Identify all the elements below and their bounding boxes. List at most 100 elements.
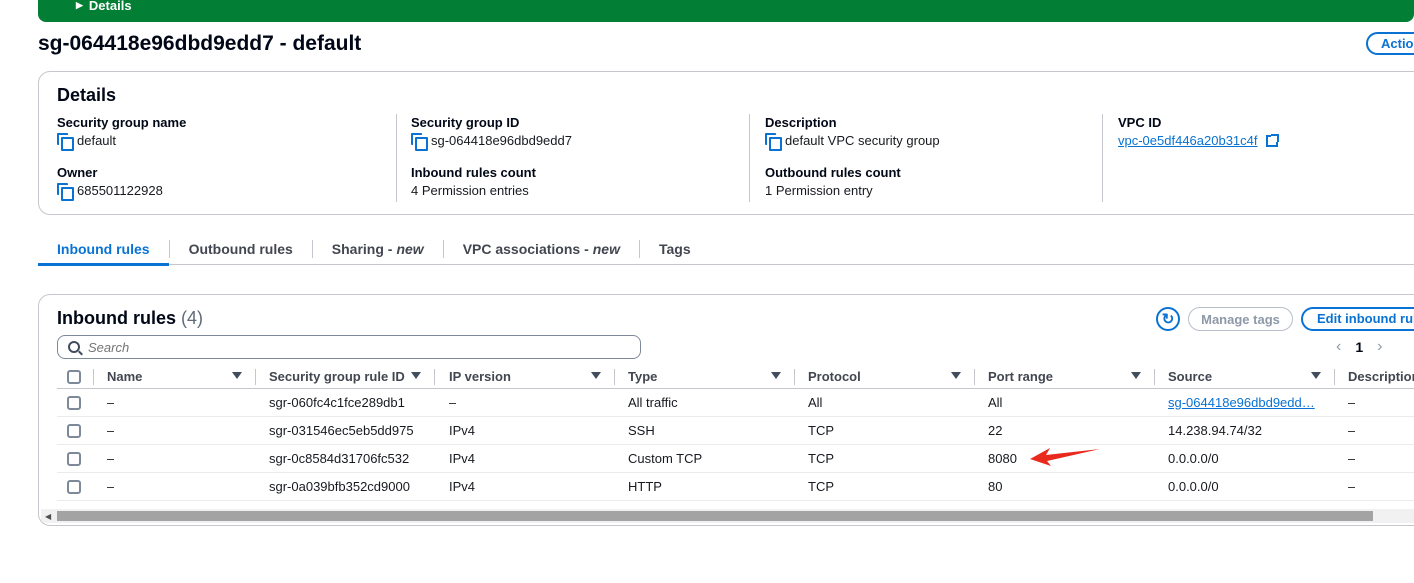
manage-tags-button[interactable]: Manage tags [1188, 307, 1293, 331]
cell-type: Custom TCP [628, 451, 703, 466]
tab-outbound-rules[interactable]: Outbound rules [170, 233, 312, 265]
details-heading: Details [57, 85, 117, 105]
field-label: Owner [57, 165, 98, 180]
field-sg-name: Security group name default [57, 115, 186, 151]
cell-name: – [107, 451, 115, 466]
table-row[interactable]: – sgr-0a039bfb352cd9000 IPv4 HTTP TCP 80… [57, 473, 1414, 501]
column-header-name[interactable]: Name [107, 365, 142, 388]
cell-rule-id: sgr-0c8584d31706fc532 [269, 451, 410, 466]
cell-type: All traffic [628, 395, 678, 410]
page-title: sg-064418e96dbd9edd7 - default [38, 32, 362, 55]
field-value: default VPC security group [785, 133, 940, 148]
field-inbound-count: Inbound rules count 4 Permission entries [411, 165, 536, 198]
column-header-port-range[interactable]: Port range [988, 365, 1053, 388]
inbound-rules-table: Name Security group rule ID IP version T… [57, 365, 1414, 501]
inbound-rules-panel: Inbound rules (4) ↻ Manage tags Edit inb… [38, 294, 1414, 526]
cell-description: – [1348, 479, 1356, 494]
cell-port-range: 80 [988, 479, 1003, 494]
banner-details-toggle[interactable]: ▶ Details [76, 0, 132, 13]
external-link-icon[interactable] [1265, 133, 1279, 147]
vpc-id-link[interactable]: vpc-0e5df446a20b31c4f [1118, 133, 1258, 148]
row-checkbox[interactable] [67, 417, 81, 444]
copy-icon[interactable] [411, 133, 428, 151]
cell-protocol: TCP [808, 479, 834, 494]
red-arrow-annotation [1030, 448, 1100, 466]
field-value: 4 Permission entries [411, 183, 529, 198]
column-header-rule-id[interactable]: Security group rule ID [269, 365, 405, 388]
tab-vpc-associations[interactable]: VPC associations - new [444, 233, 639, 265]
field-value: default [77, 133, 117, 148]
cell-source-link[interactable]: sg-064418e96dbd9edd… [1168, 389, 1328, 416]
cell-type: SSH [628, 423, 655, 438]
cell-name: – [107, 395, 115, 410]
horizontal-scrollbar[interactable]: ◀ [41, 509, 1414, 523]
tab-label: Sharing - [331, 240, 393, 257]
sort-icon[interactable] [232, 372, 242, 379]
rules-heading-text: Inbound rules [57, 308, 176, 328]
table-row[interactable]: – sgr-031546ec5eb5dd975 IPv4 SSH TCP 22 … [57, 417, 1414, 445]
column-header-source[interactable]: Source [1168, 365, 1212, 388]
field-value: 1 Permission entry [765, 183, 873, 198]
tab-sharing[interactable]: Sharing - new [313, 233, 443, 265]
tab-label: Tags [658, 240, 691, 257]
table-row[interactable]: – sgr-060fc4c1fce289db1 – All traffic Al… [57, 389, 1414, 417]
chevron-left-icon[interactable]: ‹ [1336, 338, 1341, 356]
cell-description: – [1348, 451, 1356, 466]
column-divider [614, 369, 615, 385]
pagination: ‹ 1 › [1336, 338, 1382, 356]
select-all-checkbox[interactable] [67, 365, 81, 388]
column-header-protocol[interactable]: Protocol [808, 365, 861, 388]
cell-port-range: 8080 [988, 451, 1017, 466]
column-divider [93, 369, 94, 385]
row-checkbox[interactable] [67, 473, 81, 500]
cell-ip-version: IPv4 [449, 423, 476, 438]
column-divider [255, 369, 256, 385]
cell-rule-id: sgr-031546ec5eb5dd975 [269, 423, 414, 438]
table-row[interactable]: – sgr-0c8584d31706fc532 IPv4 Custom TCP … [57, 445, 1414, 473]
row-checkbox[interactable] [67, 389, 81, 416]
column-divider [974, 369, 975, 385]
cell-protocol: All [808, 395, 823, 410]
column-header-type[interactable]: Type [628, 365, 657, 388]
search-input[interactable] [88, 339, 608, 355]
column-header-ip-version[interactable]: IP version [449, 365, 511, 388]
cell-protocol: TCP [808, 423, 834, 438]
tab-label: Inbound rules [57, 240, 150, 257]
scroll-left-icon[interactable]: ◀ [45, 512, 51, 521]
column-divider [794, 369, 795, 385]
copy-icon[interactable] [765, 133, 782, 151]
tab-new-badge: new [396, 240, 424, 257]
sort-icon[interactable] [591, 372, 601, 379]
cell-source: 14.238.94.74/32 [1168, 423, 1262, 438]
tab-tags[interactable]: Tags [640, 233, 710, 265]
sort-icon[interactable] [771, 372, 781, 379]
sort-icon[interactable] [411, 372, 421, 379]
tab-new-badge: new [592, 240, 620, 257]
tab-label: VPC associations - [462, 240, 589, 257]
field-outbound-count: Outbound rules count 1 Permission entry [765, 165, 901, 198]
copy-icon[interactable] [57, 133, 74, 151]
column-divider [1334, 369, 1335, 385]
search-field[interactable] [57, 335, 641, 359]
sort-icon[interactable] [1311, 372, 1321, 379]
field-value: 685501122928 [77, 183, 163, 198]
actions-button[interactable]: Actio [1366, 32, 1414, 55]
copy-icon[interactable] [57, 183, 74, 201]
refresh-icon: ↻ [1161, 311, 1175, 328]
rules-count: (4) [181, 308, 204, 328]
edit-inbound-rules-button[interactable]: Edit inbound rul [1301, 307, 1414, 331]
sort-icon[interactable] [1131, 372, 1141, 379]
sort-icon[interactable] [951, 372, 961, 379]
chevron-right-icon[interactable]: › [1377, 338, 1382, 356]
refresh-button[interactable]: ↻ [1156, 307, 1180, 331]
table-header: Name Security group rule ID IP version T… [57, 365, 1414, 389]
cell-port-range: All [988, 395, 1003, 410]
column-header-description[interactable]: Description [1348, 365, 1414, 388]
scrollbar-thumb[interactable] [57, 511, 1373, 521]
cell-source: 0.0.0.0/0 [1168, 479, 1219, 494]
tab-inbound-rules[interactable]: Inbound rules [38, 233, 169, 266]
row-checkbox[interactable] [67, 445, 81, 472]
column-divider [1154, 369, 1155, 385]
field-label: VPC ID [1118, 115, 1162, 130]
page-number[interactable]: 1 [1355, 339, 1363, 355]
